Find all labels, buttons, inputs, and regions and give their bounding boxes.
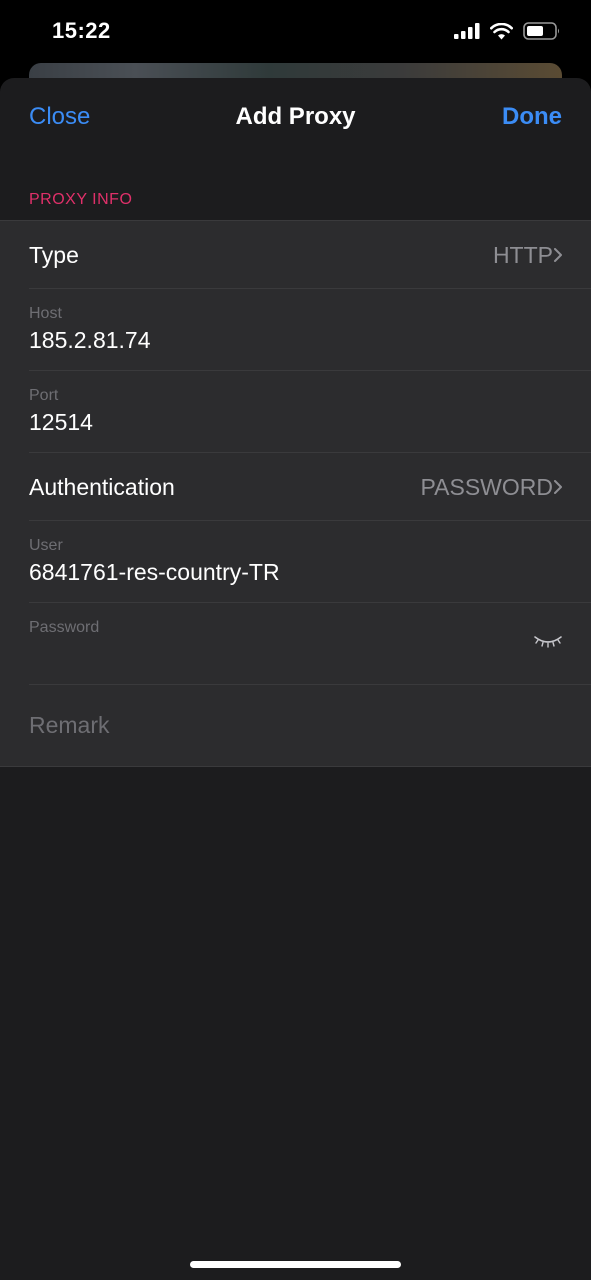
status-bar: 15:22 xyxy=(0,0,591,64)
password-caption: Password xyxy=(29,619,100,636)
signal-icon xyxy=(454,23,480,39)
authentication-label: Authentication xyxy=(29,474,175,500)
user-value[interactable]: 6841761-res-country-TR xyxy=(29,559,280,586)
done-button[interactable]: Done xyxy=(502,103,562,131)
screen: 15:22 Close Add Proxy Done PROXY INFO Ty… xyxy=(0,0,591,1280)
home-indicator[interactable] xyxy=(190,1261,401,1268)
nav-bar: Close Add Proxy Done xyxy=(0,78,591,158)
remark-placeholder[interactable]: Remark xyxy=(29,712,110,739)
proxy-info-group: Type HTTP Host 185.2.81.74 Port 12514 Au… xyxy=(0,220,591,767)
section-header-proxy-info: PROXY INFO xyxy=(29,191,133,208)
user-caption: User xyxy=(29,537,63,554)
type-label: Type xyxy=(29,242,79,268)
battery-icon xyxy=(523,22,559,40)
status-time: 15:22 xyxy=(52,18,111,43)
chevron-right-icon xyxy=(554,480,562,494)
type-row[interactable]: Type HTTP xyxy=(29,221,591,289)
host-caption: Host xyxy=(29,305,62,322)
port-caption: Port xyxy=(29,387,59,404)
chevron-right-icon xyxy=(554,248,562,262)
add-proxy-sheet: Close Add Proxy Done PROXY INFO Type HTT… xyxy=(0,78,591,1280)
remark-field[interactable]: Remark xyxy=(29,685,591,766)
port-field[interactable]: Port 12514 xyxy=(29,371,591,453)
user-field[interactable]: User 6841761-res-country-TR xyxy=(29,521,591,603)
status-icons xyxy=(454,22,561,40)
port-value[interactable]: 12514 xyxy=(29,409,93,436)
authentication-row[interactable]: Authentication PASSWORD xyxy=(29,453,591,521)
wifi-icon xyxy=(490,22,513,39)
eye-closed-icon[interactable] xyxy=(533,633,563,649)
authentication-value: PASSWORD xyxy=(420,474,553,500)
host-field[interactable]: Host 185.2.81.74 xyxy=(29,289,591,371)
type-value: HTTP xyxy=(492,242,553,268)
password-field[interactable]: Password xyxy=(29,603,591,685)
host-value[interactable]: 185.2.81.74 xyxy=(29,327,151,354)
